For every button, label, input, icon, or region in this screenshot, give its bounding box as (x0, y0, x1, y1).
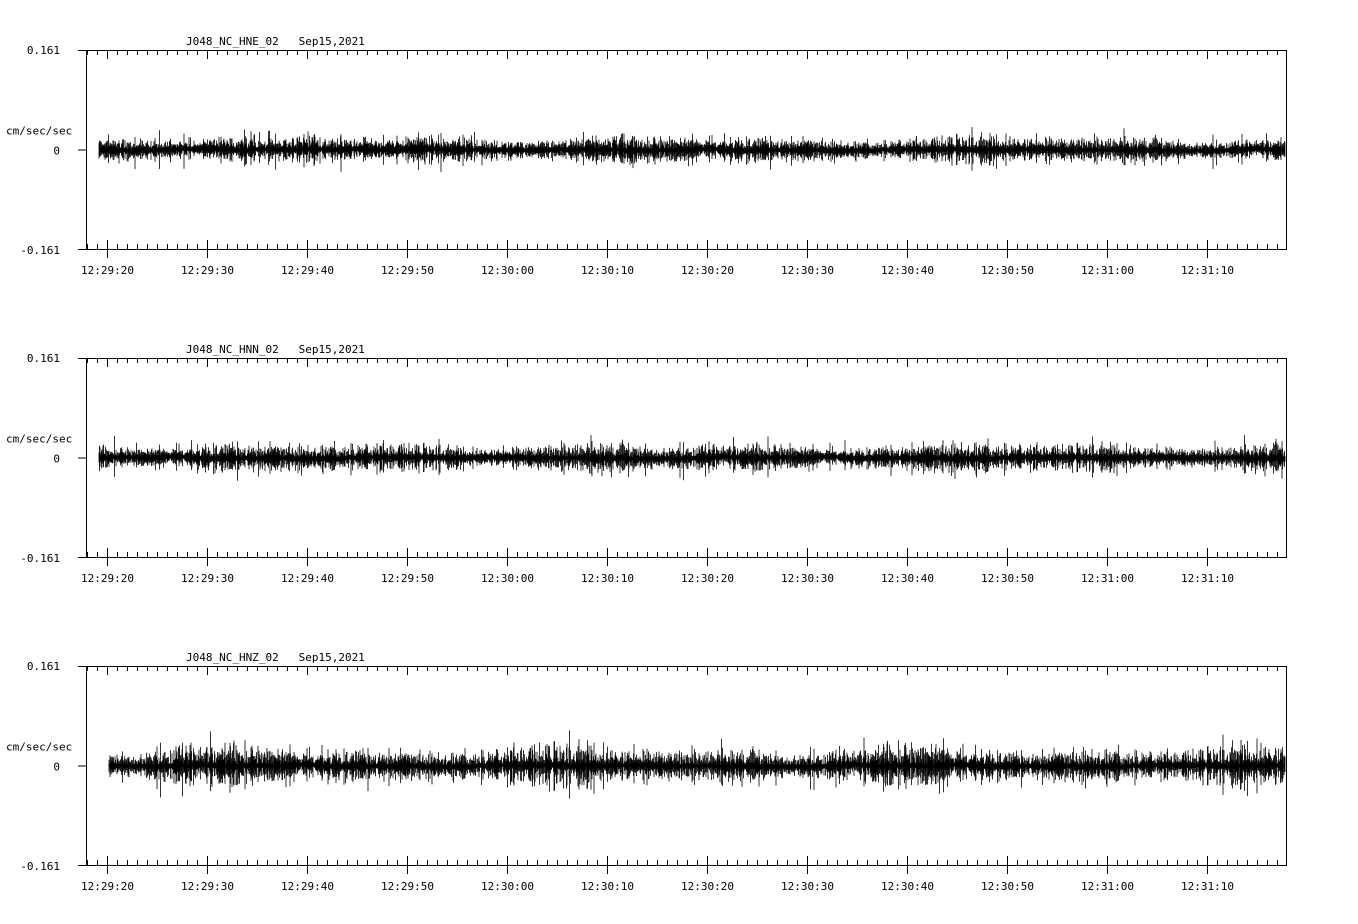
x-tick-label: 12:30:40 (881, 880, 934, 893)
x-tick-label: 12:30:10 (581, 880, 634, 893)
y-tick-label-zero: 0 (53, 453, 60, 466)
x-tick-label: 12:30:30 (781, 572, 834, 585)
x-tick-label: 12:31:00 (1081, 572, 1134, 585)
x-tick-label: 12:30:00 (481, 264, 534, 277)
x-tick-label: 12:30:10 (581, 264, 634, 277)
x-tick-label: 12:29:30 (181, 880, 234, 893)
panel-title: J048_NC_HNE_02 Sep15,2021 (186, 35, 365, 48)
x-tick-label: 12:30:50 (981, 880, 1034, 893)
y-tick-label-zero: 0 (53, 145, 60, 158)
panel-title: J048_NC_HNN_02 Sep15,2021 (186, 343, 365, 356)
y-axis-label: cm/sec/sec (6, 433, 72, 446)
x-tick-label: 12:29:40 (281, 572, 334, 585)
x-tick-label: 12:30:20 (681, 264, 734, 277)
seismogram-panel-1: J048_NC_HNE_02 Sep15,2021 0.161 0 -0.161 cm/… (6, 35, 1287, 277)
x-tick-label: 12:31:00 (1081, 880, 1134, 893)
x-tick-label: 12:30:40 (881, 572, 934, 585)
x-tick-label: 12:29:40 (281, 880, 334, 893)
x-tick-label: 12:29:50 (381, 264, 434, 277)
x-tick-label: 12:30:30 (781, 264, 834, 277)
y-tick-label-zero: 0 (53, 761, 60, 774)
x-tick-label: 12:31:10 (1181, 264, 1234, 277)
x-tick-label: 12:31:00 (1081, 264, 1134, 277)
seismogram-panel-2: J048_NC_HNN_02 Sep15,2021 0.161 0 -0.161 cm/… (6, 343, 1287, 585)
x-tick-label: 12:29:20 (81, 264, 134, 277)
x-tick-label: 12:30:30 (781, 880, 834, 893)
seismic-trace (98, 127, 1286, 172)
x-tick-label: 12:30:10 (581, 572, 634, 585)
x-tick-label: 12:29:50 (381, 572, 434, 585)
x-tick-label: 12:29:40 (281, 264, 334, 277)
seismic-trace (98, 435, 1286, 481)
y-tick-label-max: 0.161 (27, 352, 60, 365)
x-tick-label: 12:30:20 (681, 572, 734, 585)
x-tick-label: 12:30:40 (881, 264, 934, 277)
x-tick-label: 12:30:00 (481, 572, 534, 585)
y-tick-label-min: -0.161 (20, 552, 60, 565)
seismogram-figure: J048_NC_HNE_02 Sep15,2021 0.161 0 -0.161 cm/… (6, 35, 1287, 893)
x-tick-label: 12:29:50 (381, 880, 434, 893)
x-tick-label: 12:30:00 (481, 880, 534, 893)
x-tick-label: 12:29:30 (181, 572, 234, 585)
panel-title: J048_NC_HNZ_02 Sep15,2021 (186, 651, 365, 664)
x-tick-label: 12:29:30 (181, 264, 234, 277)
y-tick-label-max: 0.161 (27, 660, 60, 673)
y-tick-label-max: 0.161 (27, 44, 60, 57)
x-tick-label: 12:30:50 (981, 572, 1034, 585)
seismic-trace (108, 730, 1286, 799)
seismogram-panel-3: J048_NC_HNZ_02 Sep15,2021 0.161 0 -0.161 cm/… (6, 651, 1287, 893)
y-axis-label: cm/sec/sec (6, 125, 72, 138)
x-tick-label: 12:31:10 (1181, 572, 1234, 585)
x-tick-label: 12:30:20 (681, 880, 734, 893)
x-tick-label: 12:31:10 (1181, 880, 1234, 893)
x-tick-label: 12:29:20 (81, 572, 134, 585)
x-tick-label: 12:30:50 (981, 264, 1034, 277)
x-tick-label: 12:29:20 (81, 880, 134, 893)
y-tick-label-min: -0.161 (20, 244, 60, 257)
y-axis-label: cm/sec/sec (6, 741, 72, 754)
y-tick-label-min: -0.161 (20, 860, 60, 873)
